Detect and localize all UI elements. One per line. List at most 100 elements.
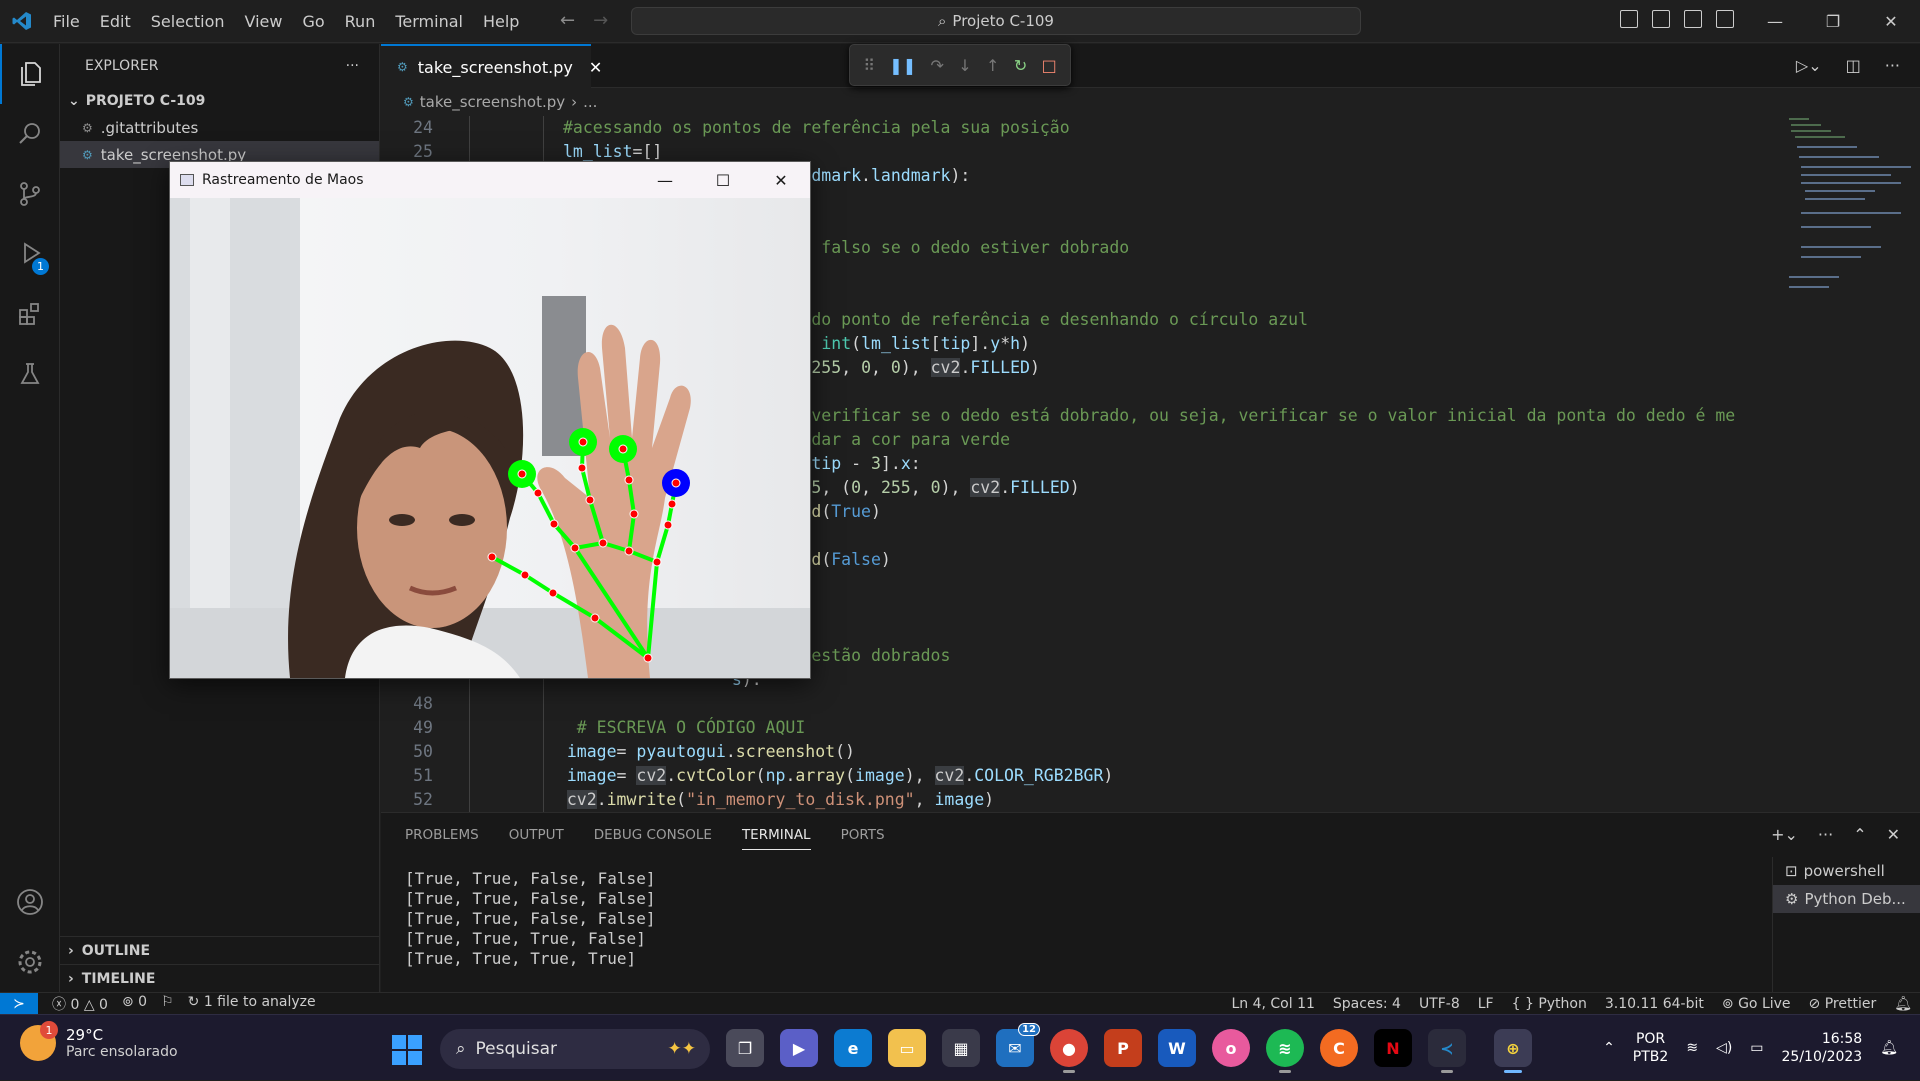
run-file-icon[interactable]: ▷⌄ <box>1796 56 1822 75</box>
problems-status[interactable]: ⓧ 0 △ 0 <box>52 994 108 1014</box>
breadcrumb-file[interactable]: take_screenshot.py <box>420 93 565 111</box>
store-icon[interactable]: ▦ <box>942 1029 980 1067</box>
file-gitattributes[interactable]: ⚙ .gitattributes <box>60 114 379 141</box>
pause-icon[interactable]: ❚❚ <box>889 56 916 75</box>
close-icon[interactable]: ✕ <box>1862 0 1920 43</box>
crunchyroll-icon[interactable]: C <box>1320 1029 1358 1067</box>
close-icon[interactable]: ✕ <box>752 162 810 198</box>
timeline-section[interactable]: › TIMELINE <box>60 964 380 992</box>
terminal-item-python-debug[interactable]: ⚙ Python Deb... <box>1773 885 1920 913</box>
tab-terminal[interactable]: TERMINAL <box>741 827 811 850</box>
language-indicator[interactable]: POR PTB2 <box>1633 1030 1669 1066</box>
task-view-icon[interactable]: ❐ <box>726 1029 764 1067</box>
more-actions-icon[interactable]: ··· <box>1885 56 1900 75</box>
back-arrow-icon[interactable]: ← <box>560 10 575 31</box>
maximize-icon[interactable]: ☐ <box>694 162 752 198</box>
clock[interactable]: 16:58 25/10/2023 <box>1782 1030 1863 1066</box>
vscode-taskbar-icon[interactable]: ≺ <box>1428 1029 1466 1073</box>
forward-arrow-icon[interactable]: → <box>593 10 608 31</box>
indentation[interactable]: Spaces: 4 <box>1333 996 1401 1012</box>
menu-file[interactable]: File <box>43 0 90 43</box>
golive-button[interactable]: ⊚ Go Live <box>1722 996 1791 1012</box>
maximize-panel-icon[interactable]: ⌃ <box>1853 825 1866 844</box>
battery-icon[interactable]: ▭ <box>1750 1040 1763 1056</box>
mail-icon[interactable]: ✉ 12 <box>996 1023 1040 1067</box>
toggle-panel-icon[interactable] <box>1652 10 1670 28</box>
remote-icon[interactable]: ≻ <box>0 992 38 1015</box>
tab-problems[interactable]: PROBLEMS <box>405 827 479 843</box>
language-mode[interactable]: { } Python <box>1512 996 1587 1012</box>
explorer-icon[interactable] <box>0 44 60 104</box>
toggle-sidebar-icon[interactable] <box>1620 10 1638 28</box>
chevron-up-icon[interactable]: ⌃ <box>1603 1040 1615 1056</box>
ports-status[interactable]: ⊚ 0 <box>122 994 147 1014</box>
step-out-icon[interactable]: ↑ <box>986 56 999 75</box>
python-taskbar-icon[interactable]: ⊕ <box>1494 1029 1532 1073</box>
analyze-status[interactable]: ↻ 1 file to analyze <box>188 994 316 1014</box>
command-center-search[interactable]: ⌕ Projeto C-109 <box>631 7 1361 35</box>
cursor-position[interactable]: Ln 4, Col 11 <box>1231 996 1314 1012</box>
word-icon[interactable]: W <box>1158 1029 1196 1067</box>
more-actions-icon[interactable]: ··· <box>346 58 359 74</box>
run-debug-icon[interactable]: 1 <box>0 224 60 284</box>
split-editor-icon[interactable]: ◫ <box>1846 56 1861 75</box>
drag-handle-icon[interactable]: ⠿ <box>863 56 875 75</box>
chrome-icon[interactable]: ● <box>1050 1029 1088 1073</box>
encoding[interactable]: UTF-8 <box>1419 996 1460 1012</box>
stop-icon[interactable]: □ <box>1042 56 1057 75</box>
menu-view[interactable]: View <box>235 0 293 43</box>
weather-widget[interactable]: 1 29°C Parc ensolarado <box>20 1021 178 1061</box>
outline-section[interactable]: › OUTLINE <box>60 936 380 964</box>
minimap[interactable] <box>1787 116 1915 812</box>
prettier-button[interactable]: ⊘ Prettier <box>1809 996 1877 1012</box>
end-of-line[interactable]: LF <box>1478 996 1494 1012</box>
tab-take-screenshot[interactable]: ⚙ take_screenshot.py ✕ <box>381 44 602 88</box>
powerpoint-icon[interactable]: P <box>1104 1029 1142 1067</box>
wifi-icon[interactable]: ≋ <box>1686 1040 1698 1056</box>
new-terminal-icon[interactable]: +⌄ <box>1771 825 1798 844</box>
project-folder[interactable]: ⌄ PROJETO C-109 <box>60 88 379 114</box>
osu-icon[interactable]: o <box>1212 1029 1250 1067</box>
tab-ports[interactable]: PORTS <box>841 827 885 843</box>
accounts-icon[interactable] <box>0 872 60 932</box>
terminal-output[interactable]: [True, True, False, False] [True, True, … <box>405 869 655 969</box>
debug-status-icon[interactable]: ⚐ <box>161 994 174 1014</box>
tab-output[interactable]: OUTPUT <box>509 827 564 843</box>
restart-icon[interactable]: ↻ <box>1014 56 1027 75</box>
minimize-icon[interactable]: — <box>636 162 694 198</box>
step-over-icon[interactable]: ↷ <box>930 56 943 75</box>
terminal-item-powershell[interactable]: ⊡ powershell <box>1773 857 1920 885</box>
close-tab-icon[interactable]: ✕ <box>589 58 602 77</box>
spotify-icon[interactable]: ≋ <box>1266 1029 1304 1073</box>
customize-layout-icon[interactable] <box>1716 10 1734 28</box>
menu-go[interactable]: Go <box>292 0 334 43</box>
menu-edit[interactable]: Edit <box>90 0 141 43</box>
file-explorer-icon[interactable]: ▭ <box>888 1029 926 1067</box>
step-into-icon[interactable]: ↓ <box>958 56 971 75</box>
extensions-icon[interactable] <box>0 284 60 344</box>
close-panel-icon[interactable]: ✕ <box>1887 825 1900 844</box>
notification-bell-icon[interactable]: 🔔︎ <box>1880 1040 1898 1056</box>
windows-start-icon[interactable] <box>392 1035 422 1065</box>
manage-gear-icon[interactable] <box>0 932 60 992</box>
testing-icon[interactable] <box>0 344 60 404</box>
search-icon[interactable] <box>0 104 60 164</box>
menu-selection[interactable]: Selection <box>141 0 235 43</box>
interpreter[interactable]: 3.10.11 64-bit <box>1605 996 1704 1012</box>
minimize-icon[interactable]: — <box>1746 0 1804 43</box>
menu-run[interactable]: Run <box>335 0 386 43</box>
menu-help[interactable]: Help <box>473 0 529 43</box>
taskbar-search[interactable]: ⌕ Pesquisar ✦✦ <box>440 1029 710 1069</box>
notifications-bell-icon[interactable]: 🔔︎ <box>1894 996 1912 1012</box>
edge-icon[interactable]: e <box>834 1029 872 1067</box>
more-actions-icon[interactable]: ··· <box>1818 825 1833 844</box>
source-control-icon[interactable] <box>0 164 60 224</box>
volume-icon[interactable]: ◁) <box>1716 1040 1732 1056</box>
breadcrumb-more[interactable]: ... <box>583 93 597 111</box>
restore-icon[interactable]: ❐ <box>1804 0 1862 43</box>
teams-icon[interactable]: ▶ <box>780 1029 818 1067</box>
netflix-icon[interactable]: N <box>1374 1029 1412 1067</box>
toggle-secondary-sidebar-icon[interactable] <box>1684 10 1702 28</box>
tab-debug-console[interactable]: DEBUG CONSOLE <box>594 827 712 843</box>
menu-terminal[interactable]: Terminal <box>385 0 473 43</box>
